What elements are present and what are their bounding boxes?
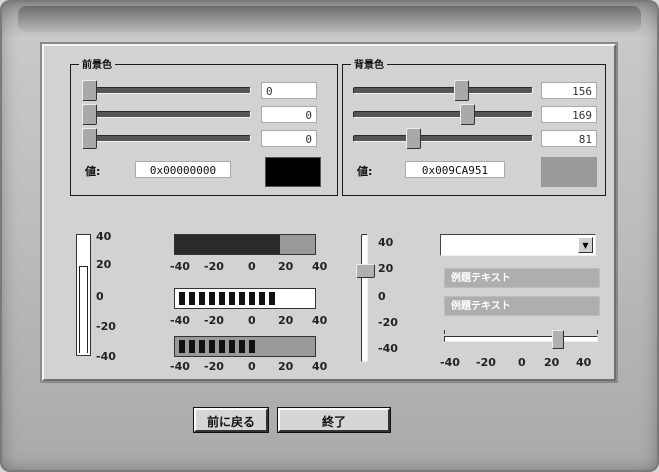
progress-segment — [229, 340, 235, 353]
hslider2-thumb[interactable] — [552, 330, 564, 349]
progress-segment — [189, 292, 195, 305]
progress-segment — [179, 340, 185, 353]
progress-bar-2 — [174, 288, 316, 309]
bg-red-value[interactable]: 156 — [541, 82, 597, 99]
bg-blue-slider[interactable] — [353, 127, 533, 149]
bg-green-slider[interactable] — [353, 103, 533, 125]
progress-segment — [249, 292, 255, 305]
dropdown-select[interactable]: ▼ — [440, 234, 596, 256]
window-frame: 前景色 0 0 0 値: 0x00000000 背景色 156 169 81 値… — [0, 0, 659, 472]
progress-segment — [199, 340, 205, 353]
bg-color-swatch — [541, 157, 597, 187]
vertical-gauge — [76, 234, 91, 356]
vertical-gauge-fill — [79, 265, 88, 353]
slider-thumb[interactable] — [82, 104, 97, 125]
hs2-tick-3: 0 — [518, 356, 526, 369]
bar1-tick-4: 20 — [278, 260, 294, 273]
progress-bar-1 — [174, 234, 316, 255]
progress-bar-1-fill — [175, 235, 280, 254]
vs-tick-3: 0 — [378, 290, 386, 303]
progress-segment — [189, 340, 195, 353]
bar3-tick-2: -20 — [204, 360, 224, 373]
progress-segment — [209, 340, 215, 353]
slider-thumb[interactable] — [406, 128, 421, 149]
bar1-tick-5: 40 — [312, 260, 328, 273]
fg-value-label: 値: — [85, 165, 101, 178]
vs-tick-4: -20 — [378, 316, 398, 329]
bg-hex-value: 0x009CA951 — [405, 161, 505, 178]
fg-blue-slider[interactable] — [82, 127, 251, 149]
dialog-panel: 前景色 0 0 0 値: 0x00000000 背景色 156 169 81 値… — [42, 44, 616, 381]
vertical-slider-thumb[interactable] — [356, 264, 375, 278]
chevron-down-icon[interactable]: ▼ — [578, 237, 593, 253]
text-field-2[interactable]: 例題テキスト — [444, 296, 600, 316]
vg-tick-4: -20 — [96, 320, 116, 333]
foreground-color-group: 前景色 0 0 0 値: 0x00000000 — [70, 56, 338, 196]
vs-tick-5: -40 — [378, 342, 398, 355]
fg-red-value[interactable]: 0 — [261, 82, 317, 99]
slider-thumb[interactable] — [454, 80, 469, 101]
slider-thumb[interactable] — [460, 104, 475, 125]
hslider2-track — [444, 336, 598, 342]
hs2-tick-5: 40 — [576, 356, 592, 369]
bar3-tick-5: 40 — [312, 360, 328, 373]
hslider2-ticks — [444, 330, 598, 334]
bar2-tick-2: -20 — [204, 314, 224, 327]
fg-green-value[interactable]: 0 — [261, 106, 317, 123]
bg-green-value[interactable]: 169 — [541, 106, 597, 123]
vertical-slider-track — [361, 234, 368, 362]
vertical-slider[interactable] — [356, 234, 375, 362]
vs-tick-1: 40 — [378, 236, 394, 249]
progress-bar-3 — [174, 336, 316, 357]
progress-segment — [209, 292, 215, 305]
bar3-tick-3: 0 — [248, 360, 256, 373]
background-group-title: 背景色 — [351, 56, 387, 71]
vg-tick-1: 40 — [96, 230, 112, 243]
bar2-tick-5: 40 — [312, 314, 328, 327]
bg-red-slider[interactable] — [353, 79, 533, 101]
bar1-tick-2: -20 — [204, 260, 224, 273]
bar2-tick-3: 0 — [248, 314, 256, 327]
bg-value-label: 値: — [357, 165, 373, 178]
window-titlebar — [18, 6, 641, 32]
hs2-tick-4: 20 — [544, 356, 560, 369]
fg-green-slider[interactable] — [82, 103, 251, 125]
bar3-tick-1: -40 — [170, 360, 190, 373]
progress-segment — [259, 292, 265, 305]
progress-segment — [249, 340, 255, 353]
bg-blue-value[interactable]: 81 — [541, 130, 597, 147]
bar1-tick-1: -40 — [170, 260, 190, 273]
progress-segment — [229, 292, 235, 305]
vg-tick-2: 20 — [96, 258, 112, 271]
slider-thumb[interactable] — [82, 128, 97, 149]
text-field-1[interactable]: 例題テキスト — [444, 268, 600, 288]
hs2-tick-1: -40 — [440, 356, 460, 369]
progress-segment — [269, 292, 275, 305]
vg-tick-3: 0 — [96, 290, 104, 303]
fg-hex-value: 0x00000000 — [135, 161, 231, 178]
bar2-tick-1: -40 — [170, 314, 190, 327]
progress-segment — [219, 340, 225, 353]
progress-segment — [239, 340, 245, 353]
back-button[interactable]: 前に戻る — [194, 408, 268, 432]
bar2-tick-4: 20 — [278, 314, 294, 327]
progress-segment — [239, 292, 245, 305]
fg-color-swatch — [265, 157, 321, 187]
vs-tick-2: 20 — [378, 262, 394, 275]
bar3-tick-4: 20 — [278, 360, 294, 373]
background-color-group: 背景色 156 169 81 値: 0x009CA951 — [342, 56, 606, 196]
foreground-group-title: 前景色 — [79, 56, 115, 71]
exit-button[interactable]: 終了 — [278, 408, 390, 432]
progress-segment — [199, 292, 205, 305]
progress-segment — [179, 292, 185, 305]
hs2-tick-2: -20 — [476, 356, 496, 369]
fg-blue-value[interactable]: 0 — [261, 130, 317, 147]
progress-segment — [219, 292, 225, 305]
vg-tick-5: -40 — [96, 350, 116, 363]
bar1-tick-3: 0 — [248, 260, 256, 273]
slider-thumb[interactable] — [82, 80, 97, 101]
horizontal-slider-2[interactable] — [444, 330, 598, 350]
fg-red-slider[interactable] — [82, 79, 251, 101]
